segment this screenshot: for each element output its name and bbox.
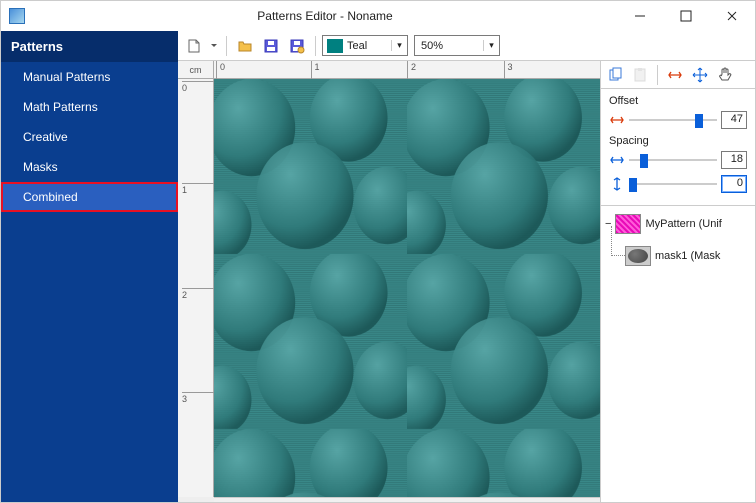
window-title: Patterns Editor - Noname — [33, 9, 617, 23]
titlebar: Patterns Editor - Noname — [1, 1, 755, 31]
sidebar-item-math-patterns[interactable]: Math Patterns — [1, 92, 178, 122]
color-swatch — [327, 39, 343, 53]
tree-child-label: mask1 (Mask — [655, 250, 720, 262]
close-button[interactable] — [709, 1, 755, 31]
layer-tree: − MyPattern (Unif mask1 (Mask — [601, 205, 755, 502]
panel-toolbar — [601, 61, 755, 89]
spacing-v-slider[interactable] — [629, 177, 717, 191]
new-button[interactable] — [182, 34, 206, 58]
minimize-button[interactable] — [617, 1, 663, 31]
ruler-unit: cm — [178, 61, 214, 79]
separator — [226, 36, 227, 56]
app-icon — [9, 8, 25, 24]
separator — [315, 36, 316, 56]
offset-label: Offset — [609, 95, 747, 107]
tree-child[interactable]: mask1 (Mask — [625, 244, 720, 268]
color-name: Teal — [347, 40, 391, 52]
new-dropdown[interactable] — [208, 34, 220, 58]
sidebar-item-creative[interactable]: Creative — [1, 122, 178, 152]
offset-value[interactable]: 47 — [721, 111, 747, 129]
spacing-v-value[interactable]: 0 — [721, 175, 747, 193]
spacing-h-value[interactable]: 18 — [721, 151, 747, 169]
save-as-button[interactable] — [285, 34, 309, 58]
offset-slider[interactable] — [629, 113, 717, 127]
sidebar-item-manual-patterns[interactable]: Manual Patterns — [1, 62, 178, 92]
canvas-area: cm 0 1 2 3 0 1 2 3 — [178, 61, 600, 502]
chevron-down-icon: ▾ — [391, 40, 407, 51]
sidebar-item-combined[interactable]: Combined — [1, 182, 178, 212]
zoom-dropdown[interactable]: 50% ▾ — [414, 35, 500, 56]
save-button[interactable] — [259, 34, 283, 58]
color-dropdown[interactable]: Teal ▾ — [322, 35, 408, 56]
tree-connector — [611, 226, 625, 256]
offset-h-icon — [609, 112, 625, 128]
chevron-down-icon: ▾ — [483, 40, 499, 51]
pattern-canvas[interactable] — [214, 79, 600, 497]
spacing-label: Spacing — [609, 135, 747, 147]
paste-button — [628, 63, 652, 87]
copy-button[interactable] — [603, 63, 627, 87]
maximize-button[interactable] — [663, 1, 709, 31]
main-toolbar: Teal ▾ 50% ▾ — [178, 31, 755, 61]
sidebar: Patterns Manual Patterns Math Patterns C… — [1, 31, 178, 502]
open-button[interactable] — [233, 34, 257, 58]
ruler-vertical: 0 1 2 3 — [178, 79, 214, 497]
move-toggle[interactable] — [688, 63, 712, 87]
separator — [657, 65, 658, 85]
spacing-h-icon — [609, 152, 625, 168]
offset-h-toggle[interactable] — [663, 63, 687, 87]
sidebar-item-masks[interactable]: Masks — [1, 152, 178, 182]
spacing-h-slider[interactable] — [629, 153, 717, 167]
tree-root[interactable]: − MyPattern (Unif — [605, 212, 751, 236]
properties-panel: Offset 47 Spacing — [600, 61, 755, 502]
sidebar-title: Patterns — [1, 31, 178, 62]
ruler-horizontal: 0 1 2 3 — [214, 61, 600, 79]
tree-root-label: MyPattern (Unif — [645, 218, 721, 230]
mask-thumbnail — [625, 246, 651, 266]
zoom-value: 50% — [415, 40, 483, 52]
spacing-v-icon — [609, 176, 625, 192]
pan-toggle[interactable] — [713, 63, 737, 87]
horizontal-scrollbar[interactable] — [214, 497, 600, 502]
